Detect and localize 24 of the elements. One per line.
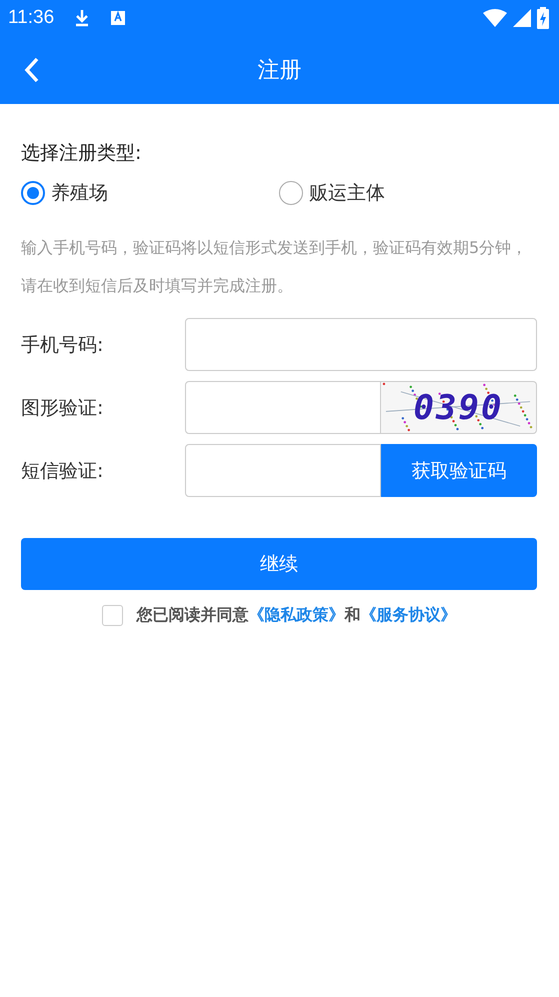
input-field[interactable]: [185, 318, 537, 371]
battery-icon: [537, 6, 549, 28]
continue-button[interactable]: 继续: [21, 538, 537, 590]
get-code-button[interactable]: 获取验证码: [381, 444, 537, 497]
wifi-icon: [483, 8, 507, 26]
radio-button[interactable]: [279, 181, 303, 205]
section-label: 选择注册类型:: [21, 141, 142, 166]
radio-button[interactable]: [21, 181, 45, 205]
status-time: 11:36: [8, 6, 54, 28]
input-field[interactable]: [185, 381, 381, 434]
field-label: 手机号码:: [21, 332, 104, 358]
policy-link[interactable]: 《隐私政策》: [248, 605, 344, 624]
policy-link[interactable]: 《服务协议》: [360, 605, 456, 624]
input-field[interactable]: [185, 444, 381, 497]
page-title: 注册: [258, 56, 302, 84]
radio-label[interactable]: 贩运主体: [309, 180, 385, 206]
hint-text: 输入手机号码，验证码将以短信形式发送到手机，验证码有效期5分钟，请在收到短信后及时填写并完成注册。: [21, 237, 528, 297]
field-label: 图形验证:: [21, 396, 104, 420]
agreement-text: 您已阅读并同意《隐私政策》和《服务协议》: [136, 605, 456, 626]
captcha-image[interactable]: 0390: [381, 381, 537, 434]
radio-label[interactable]: 养殖场: [51, 180, 108, 206]
checkbox[interactable]: [102, 605, 122, 626]
signal-icon: [513, 8, 531, 26]
field-label: 短信验证:: [21, 458, 104, 484]
